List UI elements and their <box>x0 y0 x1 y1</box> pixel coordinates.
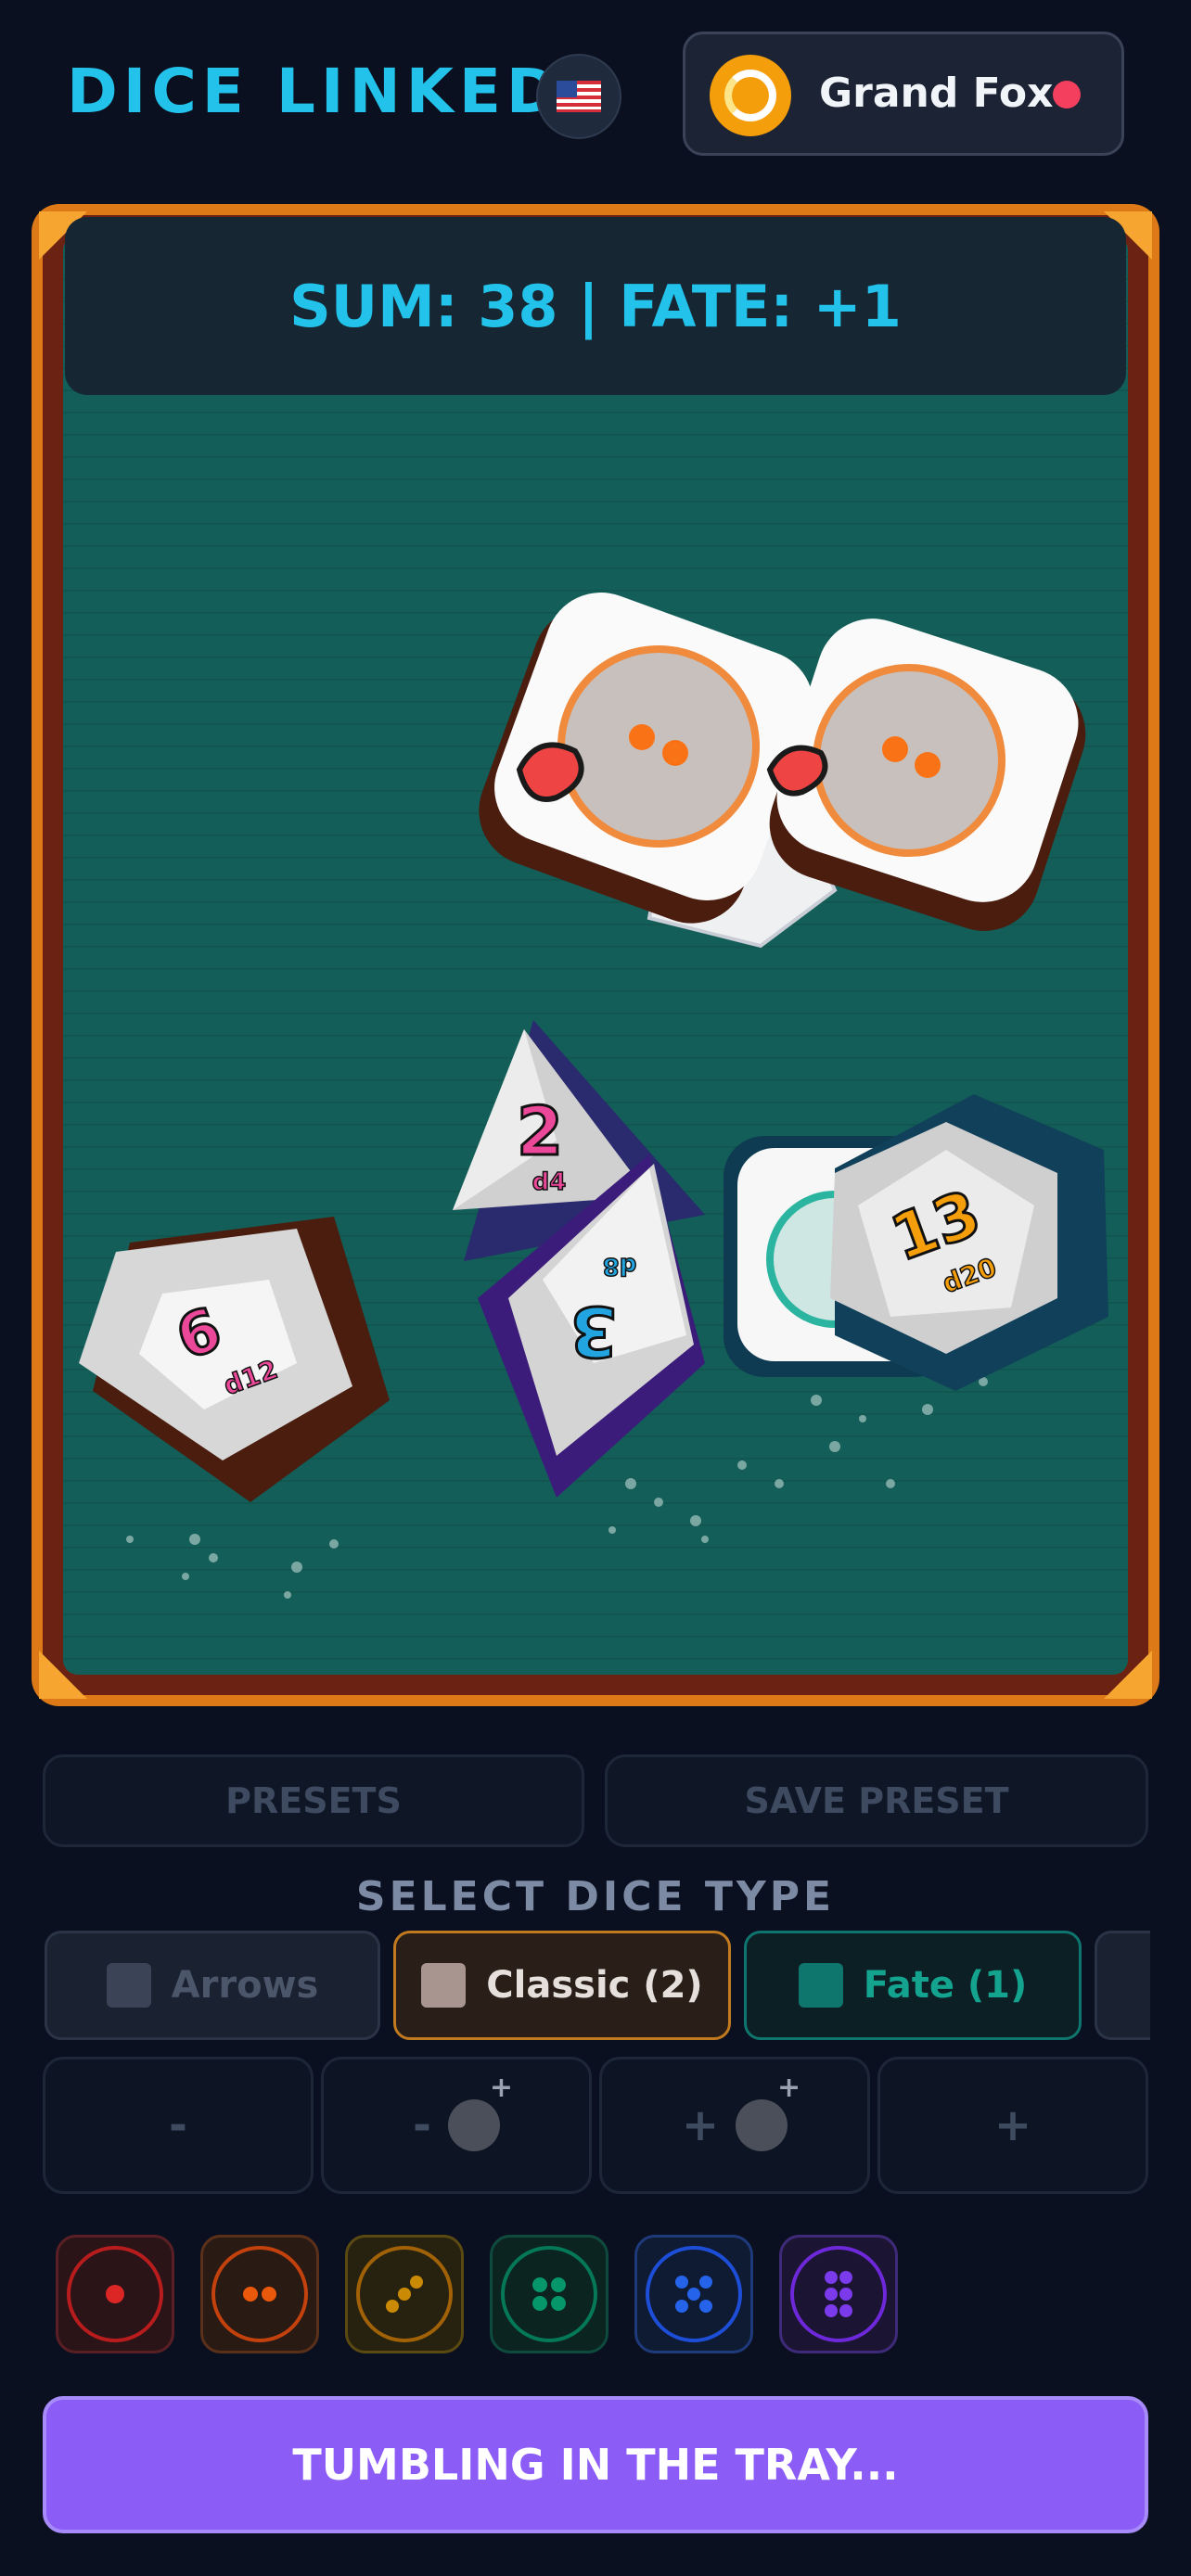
us-flag-icon <box>557 81 601 112</box>
app-title: DICE LINKED <box>67 56 563 127</box>
avatar <box>710 55 791 136</box>
d12-die: 6 d12 <box>79 1217 390 1502</box>
roll-summary: SUM: 38 | FATE: +1 <box>65 217 1126 395</box>
status-indicator <box>1053 81 1081 108</box>
fate-swatch <box>798 1963 843 2008</box>
pip-four-button[interactable] <box>490 2235 608 2353</box>
pip-two-icon <box>211 2246 308 2342</box>
minus-label: - <box>413 2099 431 2151</box>
tab-arrows[interactable]: Arrows <box>45 1931 380 2040</box>
classic-swatch <box>421 1963 467 2008</box>
increase-button[interactable]: + <box>877 2057 1148 2194</box>
minus-label: - <box>169 2099 187 2151</box>
tab-label: Classic (2) <box>486 1964 703 2007</box>
tab-more[interactable] <box>1095 1931 1150 2040</box>
pip-five-button[interactable] <box>634 2235 753 2353</box>
pip-two-button[interactable] <box>200 2235 319 2353</box>
pip-one-icon <box>67 2246 163 2342</box>
summary-text: SUM: 38 | FATE: +1 <box>289 272 902 340</box>
dice-scene: 6 d12 2 d4 3 d8 13 d20 <box>79 593 1108 1599</box>
d8-label: d8 <box>603 1252 637 1280</box>
tab-classic[interactable]: Classic (2) <box>393 1931 731 2040</box>
pip-six-button[interactable] <box>779 2235 898 2353</box>
roll-button[interactable]: TUMBLING IN THE TRAY... <box>43 2396 1148 2533</box>
corner-bottom-right <box>1104 1651 1152 1699</box>
add-bomb-button[interactable]: + <box>599 2057 870 2194</box>
d4-label: d4 <box>532 1168 567 1196</box>
presets-button[interactable]: PRESETS <box>43 1754 584 1847</box>
remove-bomb-button[interactable]: - <box>321 2057 592 2194</box>
dice-type-heading: SELECT DICE TYPE <box>355 1873 836 1920</box>
d4-value: 2 <box>517 1092 563 1170</box>
arrows-swatch <box>106 1963 151 2008</box>
user-profile-chip[interactable]: Grand Fox <box>683 32 1124 156</box>
corner-bottom-left <box>39 1651 87 1699</box>
bomb-icon <box>447 2072 513 2151</box>
plus-label: + <box>993 2099 1032 2151</box>
decrease-button[interactable]: - <box>43 2057 314 2194</box>
pip-six-icon <box>790 2246 887 2342</box>
bomb-icon <box>736 2072 800 2151</box>
plus-label: + <box>681 2099 720 2151</box>
pip-three-icon <box>356 2246 453 2342</box>
d8-value: 3 <box>570 1291 618 1371</box>
save-preset-button[interactable]: SAVE PRESET <box>605 1754 1148 1847</box>
tab-label: Fate (1) <box>863 1964 1028 2007</box>
pip-four-icon <box>501 2246 597 2342</box>
language-flag-button[interactable] <box>536 54 621 139</box>
user-name: Grand Fox <box>819 70 1054 117</box>
tab-fate[interactable]: Fate (1) <box>744 1931 1082 2040</box>
pip-three-button[interactable] <box>345 2235 464 2353</box>
pip-five-icon <box>646 2246 742 2342</box>
pip-one-button[interactable] <box>56 2235 174 2353</box>
tab-label: Arrows <box>171 1964 319 2007</box>
avatar-ring-icon <box>724 70 776 121</box>
